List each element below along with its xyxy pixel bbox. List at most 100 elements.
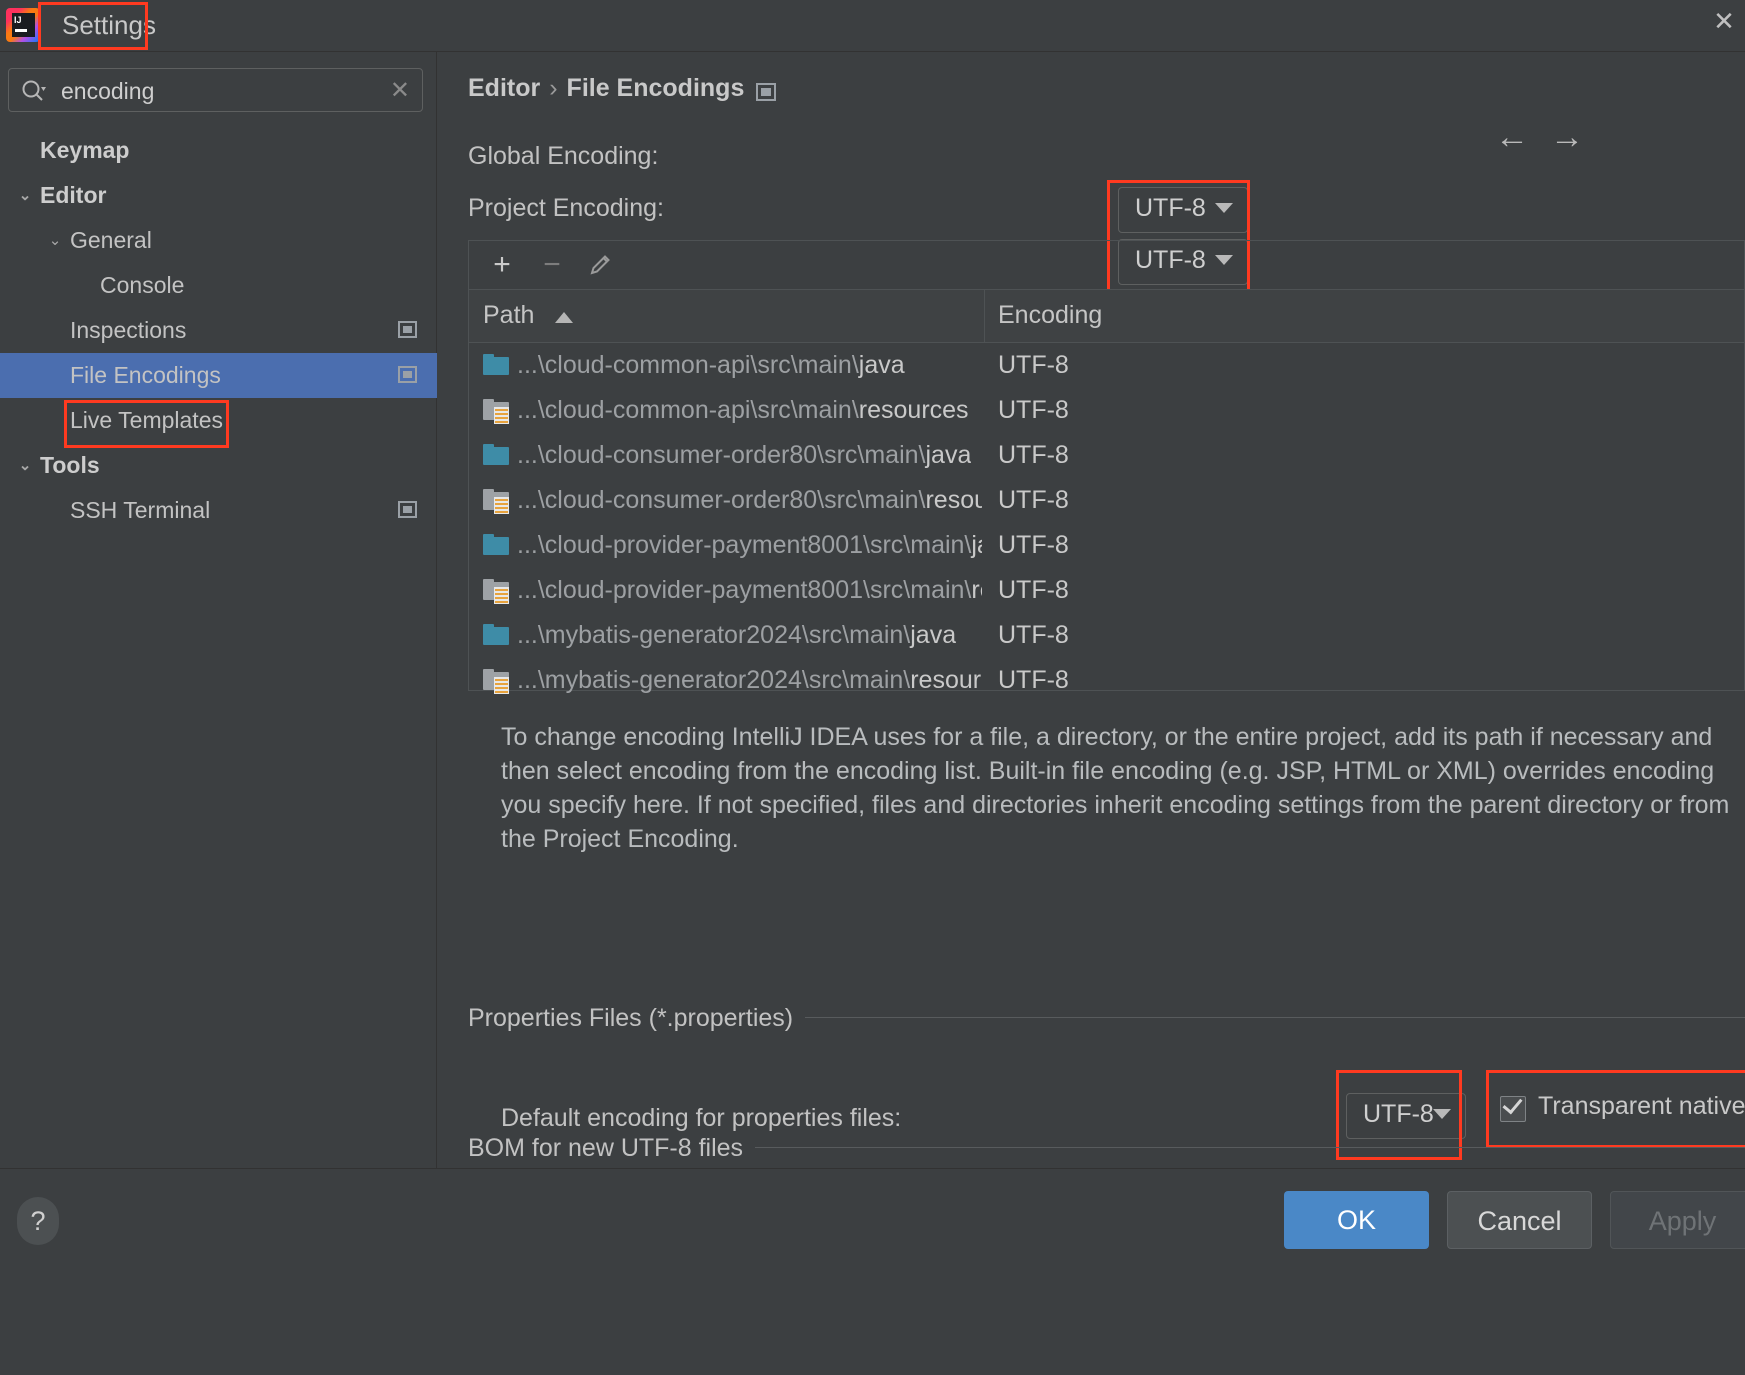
table-row[interactable]: ...\cloud-common-api\src\main\java UTF-8 <box>469 343 1744 388</box>
forward-arrow-icon[interactable]: → <box>1550 120 1584 154</box>
apply-button[interactable]: Apply <box>1610 1191 1745 1249</box>
sidebar-item-label: Keymap <box>40 137 130 163</box>
search-input[interactable] <box>61 76 381 106</box>
cancel-button[interactable]: Cancel <box>1447 1191 1592 1249</box>
breadcrumb-separator-icon: › <box>549 74 558 102</box>
sidebar-item-file-encodings[interactable]: File Encodings <box>0 353 437 398</box>
project-scope-icon <box>398 321 417 338</box>
encoding-description: To change encoding IntelliJ IDEA uses fo… <box>501 723 1730 853</box>
encodings-table: + − Path Encoding ...\cloud-common-api\s… <box>468 240 1745 694</box>
table-row[interactable]: ...\cloud-consumer-order80\src\main\reso… <box>469 478 1744 523</box>
sidebar-item-label: Inspections <box>70 317 187 343</box>
properties-section-title: Properties Files (*.properties) <box>468 1004 806 1033</box>
table-cell-path: ...\cloud-common-api\src\main\java <box>517 343 905 388</box>
global-encoding-value: UTF-8 <box>1135 194 1206 222</box>
chevron-down-icon <box>1215 203 1233 213</box>
back-arrow-icon[interactable]: ← <box>1495 120 1529 154</box>
table-body: ...\cloud-common-api\src\main\java UTF-8.… <box>469 343 1744 703</box>
add-path-button[interactable]: + <box>485 249 519 281</box>
sidebar-item-console[interactable]: Console <box>0 263 437 308</box>
checkmark-icon <box>1502 1093 1523 1115</box>
project-scope-icon <box>756 83 776 101</box>
table-row[interactable]: ...\cloud-provider-payment8001\src\main\… <box>469 523 1744 568</box>
sidebar-item-inspections[interactable]: Inspections <box>0 308 437 353</box>
chevron-down-icon[interactable]: ⌄ <box>44 218 66 263</box>
table-cell-encoding[interactable]: UTF-8 <box>998 343 1069 388</box>
close-icon[interactable]: ✕ <box>1709 6 1739 36</box>
path-leaf: resc <box>971 576 982 604</box>
default-properties-encoding-dropdown[interactable]: UTF-8 <box>1346 1093 1466 1139</box>
table-row[interactable]: ...\cloud-provider-payment8001\src\main\… <box>469 568 1744 613</box>
path-leaf: resource <box>925 486 982 514</box>
logo-text: IJ <box>14 15 22 25</box>
table-cell-encoding[interactable]: UTF-8 <box>998 433 1069 478</box>
global-encoding-dropdown[interactable]: UTF-8 <box>1118 187 1248 233</box>
transparent-conversion-checkbox[interactable] <box>1500 1093 1526 1122</box>
default-properties-encoding-value: UTF-8 <box>1363 1100 1434 1128</box>
table-cell-encoding[interactable]: UTF-8 <box>998 658 1069 703</box>
chevron-down-icon[interactable]: ⌄ <box>14 173 36 218</box>
settings-sidebar: ✕ Keymap⌄Editor⌄GeneralConsoleInspection… <box>0 52 437 1168</box>
sidebar-item-live-templates[interactable]: Live Templates <box>0 398 437 443</box>
path-leaf: resources <box>858 396 969 424</box>
clear-search-icon[interactable]: ✕ <box>390 76 410 106</box>
table-cell-path: ...\mybatis-generator2024\src\main\java <box>517 613 956 658</box>
table-row[interactable]: ...\cloud-consumer-order80\src\main\java… <box>469 433 1744 478</box>
breadcrumb-parent[interactable]: Editor <box>468 74 540 102</box>
sidebar-item-general[interactable]: ⌄ General <box>0 218 437 263</box>
window-title: Settings <box>62 10 156 40</box>
table-cell-encoding[interactable]: UTF-8 <box>998 478 1069 523</box>
folder-resources-icon <box>483 489 509 514</box>
path-leaf: java <box>910 621 957 649</box>
sidebar-item-label: Console <box>100 272 185 298</box>
global-encoding-label: Global Encoding: <box>468 142 659 170</box>
folder-resources-icon <box>483 669 509 694</box>
search-box[interactable]: ✕ <box>8 68 423 112</box>
breadcrumb: Editor › File Encodings <box>468 74 744 103</box>
chevron-down-icon[interactable]: ⌄ <box>14 443 36 488</box>
folder-java-icon <box>483 354 509 376</box>
table-cell-encoding[interactable]: UTF-8 <box>998 568 1069 613</box>
table-header: Path Encoding <box>469 290 1744 343</box>
sidebar-item-keymap[interactable]: Keymap <box>0 128 437 173</box>
table-cell-encoding[interactable]: UTF-8 <box>998 523 1069 568</box>
project-encoding-label: Project Encoding: <box>468 194 664 222</box>
path-prefix: ...\mybatis-generator2024\src\main\ <box>517 621 911 649</box>
table-cell-encoding[interactable]: UTF-8 <box>998 613 1069 658</box>
path-prefix: ...\cloud-common-api\src\main\ <box>517 396 859 424</box>
sidebar-item-ssh-terminal[interactable]: SSH Terminal <box>0 488 437 533</box>
project-scope-icon <box>398 366 417 383</box>
sidebar-item-label: General <box>70 227 152 253</box>
table-row[interactable]: ...\cloud-common-api\src\main\resources U… <box>469 388 1744 433</box>
table-cell-path: ...\cloud-provider-payment8001\src\main\… <box>517 523 982 568</box>
path-prefix: ...\cloud-consumer-order80\src\main\ <box>517 486 926 514</box>
path-prefix: ...\cloud-consumer-order80\src\main\ <box>517 441 926 469</box>
table-cell-encoding[interactable]: UTF-8 <box>998 388 1069 433</box>
path-prefix: ...\cloud-provider-payment8001\src\main\ <box>517 531 972 559</box>
edit-path-button[interactable] <box>583 249 617 281</box>
breadcrumb-current: File Encodings <box>566 74 745 102</box>
settings-tree: Keymap ⌄ Editor ⌄ General Console Inspections F… <box>0 128 437 533</box>
default-properties-encoding-label: Default encoding for properties files: <box>501 1104 902 1132</box>
table-toolbar: + − <box>469 241 1744 290</box>
table-cell-path: ...\cloud-common-api\src\main\resources <box>517 388 969 433</box>
column-header-path[interactable]: Path <box>483 301 534 330</box>
ok-button[interactable]: OK <box>1284 1191 1429 1249</box>
sidebar-item-tools[interactable]: ⌄ Tools <box>0 443 437 488</box>
column-header-encoding[interactable]: Encoding <box>998 301 1102 330</box>
remove-path-button[interactable]: − <box>535 249 569 281</box>
path-prefix: ...\cloud-common-api\src\main\ <box>517 351 859 379</box>
chevron-down-icon <box>1433 1109 1451 1119</box>
sidebar-item-label: Editor <box>40 182 107 208</box>
sidebar-item-label: File Encodings <box>70 362 221 388</box>
sidebar-item-editor[interactable]: ⌄ Editor <box>0 173 437 218</box>
sidebar-item-label: Live Templates <box>70 407 223 433</box>
title-bar: IJ Settings ✕ <box>0 0 1745 52</box>
table-cell-path: ...\cloud-consumer-order80\src\main\java <box>517 433 971 478</box>
dialog-footer: ? OK Cancel Apply CSDN @zrit0104 <box>0 1168 1745 1375</box>
table-row[interactable]: ...\mybatis-generator2024\src\main\java U… <box>469 613 1744 658</box>
path-leaf: resources <box>910 666 982 694</box>
help-button[interactable]: ? <box>17 1197 59 1245</box>
table-row[interactable]: ...\mybatis-generator2024\src\main\resou… <box>469 658 1744 703</box>
table-cell-path: ...\cloud-provider-payment8001\src\main\… <box>517 568 982 613</box>
